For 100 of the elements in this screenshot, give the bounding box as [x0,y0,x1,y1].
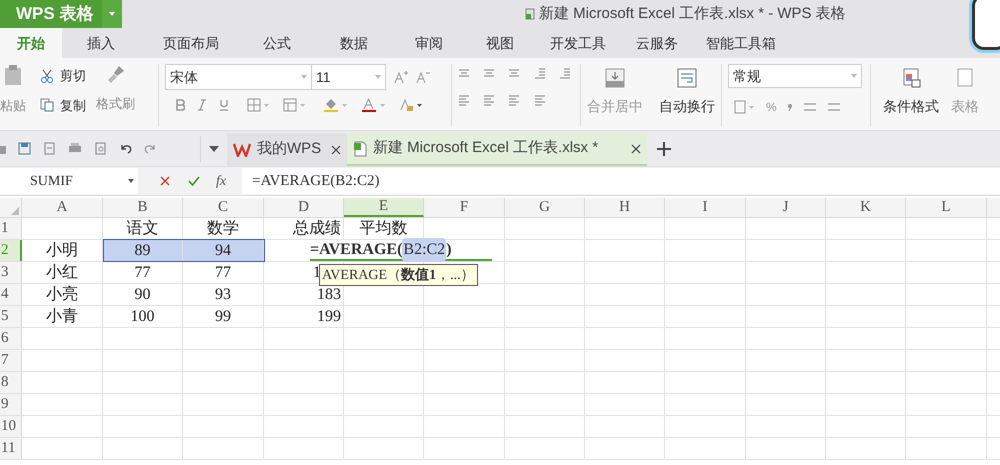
clipboard-icon[interactable] [3,64,23,86]
increase-font-icon[interactable] [394,70,408,84]
ribbon-tab[interactable]: 视图 [462,28,538,58]
decrease-font-icon[interactable] [416,70,430,84]
wrap-text-icon[interactable] [677,68,697,88]
print-icon[interactable] [68,142,82,155]
function-tooltip: AVERAGE（数值1，...） [319,264,478,286]
cut-button[interactable]: 剪切 [60,66,86,86]
confirm-icon[interactable] [188,176,200,186]
ribbon-tab[interactable]: 审阅 [396,28,462,58]
ribbon-tab[interactable]: 公式 [242,28,312,58]
column-header[interactable]: H [585,198,665,217]
cell-text: 小青 [45,306,79,326]
ribbon-tab[interactable]: 开始 [0,28,62,58]
copy-button[interactable]: 复制 [60,96,86,115]
column-header[interactable]: E [344,198,424,217]
cell-text: 小亮 [45,284,79,304]
editor-text: =AVERAGE( [310,240,402,260]
column-header[interactable]: L [906,198,987,217]
row-header[interactable]: 7 [0,350,22,371]
row-header[interactable]: 6 [0,328,22,349]
number-format-dropdown[interactable]: 常规 [728,64,862,88]
print-preview-icon[interactable] [94,142,107,155]
paintbrush-icon[interactable] [106,64,126,84]
close-icon[interactable] [331,144,341,154]
borders-icon[interactable] [247,98,271,112]
cell-text: 90 [134,284,152,304]
row-header[interactable]: 5 [0,306,22,327]
document-tab[interactable]: 新建 Microsoft Excel 工作表.xlsx * [347,133,647,166]
close-icon[interactable] [631,144,641,154]
export-icon[interactable] [43,142,56,155]
save-icon[interactable] [18,142,31,155]
caret-icon [851,74,857,78]
spreadsheet-file-icon[interactable] [353,140,367,156]
row-header[interactable]: 11 [0,438,22,459]
column-header[interactable]: B [103,198,183,217]
row-header[interactable]: 3 [0,262,22,283]
fill-color-icon[interactable] [323,98,349,112]
tab-label: 我的WPS [257,139,322,160]
add-tab-icon[interactable] [657,142,671,156]
row-header[interactable]: 10 [0,416,22,437]
cell-text: 99 [214,306,232,326]
clear-format-icon[interactable] [399,98,423,112]
row-header[interactable]: 1 [0,218,22,239]
cell-text: 183 [316,284,342,304]
wrap-text-button[interactable]: 自动换行 [659,96,715,117]
cell-text: 数学 [206,218,240,238]
column-header[interactable]: F [424,198,505,217]
column-header[interactable]: K [826,198,906,217]
row-header[interactable]: 8 [0,372,22,393]
italic-icon[interactable] [197,99,207,111]
font-size-dropdown[interactable]: 11 [312,64,386,90]
column-header[interactable]: C [183,198,264,217]
column-header[interactable]: I [665,198,746,217]
function-button[interactable]: fx [216,170,226,192]
underline-icon[interactable] [219,99,229,111]
cell-text: 77 [134,262,152,282]
cell-text: 语文 [126,218,160,238]
column-header[interactable]: J [746,198,826,217]
bold-icon[interactable] [175,99,185,111]
cell-text: 94 [183,240,263,261]
ribbon-tab[interactable]: 页面布局 [140,28,242,58]
thousands-separator-icon[interactable] [786,102,793,112]
editor-text: ) [446,240,452,260]
cell-editor[interactable]: =AVERAGE(B2:C2) [310,240,492,261]
ribbon-tab[interactable]: 数据 [312,28,396,58]
scissors-icon[interactable] [40,68,54,83]
font-name-dropdown[interactable]: 宋体 [165,64,312,90]
ribbon-tab[interactable]: 插入 [62,28,140,58]
merge-cells-icon[interactable] [605,68,625,88]
merge-borders-icon[interactable] [283,98,307,112]
ribbon-tab[interactable]: 开发工具 [538,28,618,58]
caret-icon [128,179,134,183]
column-header[interactable]: A [22,198,103,217]
window-title: 新建 Microsoft Excel 工作表.xlsx * - WPS 表格 [539,4,846,24]
conditional-format-button[interactable]: 条件格式 [883,96,939,117]
row-header[interactable]: 4 [0,284,22,305]
cell-text: 199 [316,306,342,326]
redo-icon[interactable] [144,142,157,155]
copy-icon[interactable] [40,98,54,112]
conditional-format-icon[interactable] [901,68,921,88]
cell-text: 89 [103,240,182,261]
column-header[interactable]: G [505,198,585,217]
dropdown-icon[interactable] [209,146,219,152]
cell-text: 小红 [45,262,79,282]
formula-input[interactable]: =AVERAGE(B2:C2) [242,168,1000,194]
cell-text: 平均数 [358,218,408,238]
cancel-icon[interactable] [160,176,170,186]
ribbon-tab[interactable]: 智能工具箱 [696,28,786,58]
document-tab[interactable]: 我的WPS [227,133,347,166]
name-box[interactable]: SUMIF [0,168,138,194]
select-all-icon[interactable] [11,207,19,215]
font-color-icon[interactable] [361,98,387,112]
row-header[interactable]: 9 [0,394,22,415]
table-style-icon[interactable] [955,68,975,88]
ribbon-tab[interactable]: 云服务 [618,28,696,58]
undo-icon[interactable] [119,142,132,155]
w-logo-icon[interactable] [233,142,251,156]
file-icon[interactable] [525,8,535,20]
tab-label: 新建 Microsoft Excel 工作表.xlsx * [373,138,598,158]
